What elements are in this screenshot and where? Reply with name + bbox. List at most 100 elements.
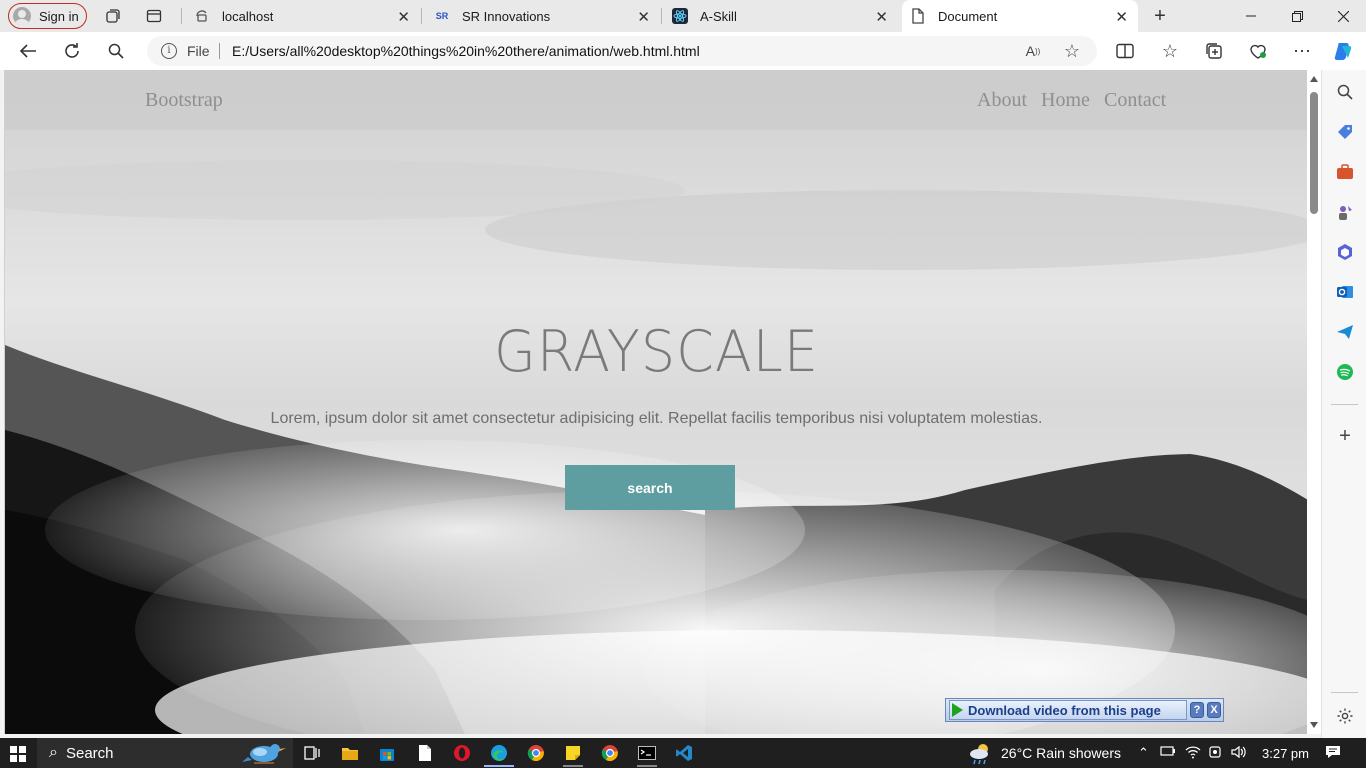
add-sidebar-app-icon[interactable]: + — [1335, 425, 1355, 447]
hero-subtitle: Lorem, ipsum dolor sit amet consectetur … — [270, 410, 1043, 427]
show-hidden-icons-chevron-icon[interactable]: ⌃ — [1138, 745, 1149, 761]
taskbar-search-box[interactable]: ⌕ Search — [37, 738, 293, 768]
tab-strip: Sign in localhost ✕ SR SR Innovations ✕ … — [0, 0, 1366, 32]
command-prompt-icon[interactable] — [637, 743, 657, 763]
windows-start-button[interactable] — [10, 746, 26, 762]
tab-title: A-Skill — [700, 8, 737, 24]
tools-briefcase-icon[interactable] — [1335, 162, 1355, 182]
weather-rain-icon[interactable] — [968, 741, 994, 768]
close-tab-icon[interactable]: ✕ — [1115, 8, 1128, 26]
help-button[interactable]: ? — [1190, 702, 1204, 718]
sidebar-separator — [1331, 692, 1358, 693]
nav-link-contact[interactable]: Contact — [1104, 89, 1166, 112]
page-viewport: Bootstrap About Home Contact GRAYSCALE L… — [4, 70, 1307, 734]
power-plug-icon[interactable] — [1208, 745, 1222, 762]
tab-separator — [421, 8, 422, 24]
scroll-thumb[interactable] — [1310, 92, 1318, 214]
workspaces-icon[interactable] — [103, 6, 123, 26]
edge-sidebar: + — [1321, 70, 1366, 738]
close-tab-icon[interactable]: ✕ — [397, 8, 410, 26]
close-tab-icon[interactable]: ✕ — [637, 8, 650, 26]
settings-more-icon[interactable]: ⋯ — [1291, 40, 1313, 62]
favorite-star-icon[interactable]: ☆ — [1062, 41, 1082, 61]
file-explorer-icon[interactable] — [340, 743, 360, 763]
mountain-background-image — [5, 70, 1307, 734]
nav-link-about[interactable]: About — [977, 89, 1027, 112]
open-app-indicator — [563, 765, 583, 767]
search-icon[interactable] — [1335, 82, 1355, 102]
notifications-icon[interactable] — [1325, 745, 1341, 762]
vertical-tabs-icon[interactable] — [144, 6, 164, 26]
vertical-scrollbar[interactable] — [1307, 70, 1321, 734]
video-download-extension-bar: Download video from this page ? X — [945, 698, 1224, 722]
chrome-profile-icon[interactable] — [600, 743, 620, 763]
info-icon[interactable]: i — [161, 43, 177, 59]
close-window-button[interactable] — [1320, 0, 1366, 32]
url-text[interactable]: E:/Users/all%20desktop%20things%20in%20t… — [232, 43, 700, 59]
bird-highlight-icon — [242, 744, 286, 764]
tab-title: localhost — [222, 8, 274, 24]
back-button[interactable] — [17, 40, 39, 62]
tab-separator — [181, 8, 182, 24]
restore-button[interactable] — [1274, 0, 1320, 32]
vscode-icon[interactable] — [674, 743, 694, 763]
address-separator — [219, 43, 220, 59]
download-video-button[interactable]: Download video from this page — [949, 700, 1187, 720]
download-video-label: Download video from this page — [968, 702, 1161, 718]
tab-localhost[interactable]: localhost ✕ — [186, 0, 420, 32]
weather-text[interactable]: 26°C Rain showers — [1001, 745, 1121, 761]
shopping-tag-icon[interactable] — [1335, 122, 1355, 142]
wifi-icon[interactable] — [1185, 745, 1201, 762]
tab-sr-innovations[interactable]: SR SR Innovations ✕ — [426, 0, 660, 32]
read-aloud-icon[interactable]: A)) — [1023, 42, 1043, 60]
opera-icon[interactable] — [452, 743, 472, 763]
favorites-icon[interactable]: ☆ — [1159, 40, 1181, 62]
collections-icon[interactable] — [1203, 40, 1225, 62]
tab-a-skill[interactable]: A-Skill ✕ — [666, 0, 898, 32]
profile-signin-button[interactable]: Sign in — [8, 3, 87, 29]
tab-title: SR Innovations — [462, 8, 551, 24]
microsoft-store-icon[interactable] — [377, 743, 397, 763]
search-icon[interactable] — [105, 40, 127, 62]
brand-link[interactable]: Bootstrap — [145, 89, 223, 112]
new-tab-button[interactable]: + — [1150, 5, 1170, 27]
copilot-icon[interactable] — [1332, 40, 1354, 62]
sticky-notes-icon[interactable] — [563, 743, 583, 763]
task-view-icon[interactable] — [302, 743, 322, 763]
minimize-button[interactable] — [1228, 0, 1274, 32]
address-bar[interactable]: i File E:/Users/all%20desktop%20things%2… — [147, 36, 1097, 66]
active-app-indicator — [484, 765, 514, 767]
close-extension-button[interactable]: X — [1207, 702, 1221, 718]
spotify-icon[interactable] — [1335, 362, 1355, 382]
hero-title: GRAYSCALE — [493, 318, 820, 385]
close-tab-icon[interactable]: ✕ — [875, 8, 888, 26]
page-icon — [194, 8, 210, 24]
tab-document[interactable]: Document ✕ — [902, 0, 1138, 32]
clock-time[interactable]: 3:27 pm — [1262, 746, 1309, 761]
nav-link-home[interactable]: Home — [1041, 89, 1090, 112]
microsoft-365-icon[interactable] — [1335, 242, 1355, 262]
send-drop-icon[interactable] — [1335, 322, 1355, 342]
games-icon[interactable] — [1335, 202, 1355, 222]
scroll-up-arrow[interactable] — [1310, 76, 1318, 82]
tab-title: Document — [938, 8, 998, 24]
notepad-icon[interactable] — [415, 743, 435, 763]
sidebar-settings-gear-icon[interactable] — [1335, 706, 1355, 726]
refresh-button[interactable] — [61, 40, 83, 62]
toolbar: i File E:/Users/all%20desktop%20things%2… — [0, 32, 1366, 70]
battery-plug-icon[interactable] — [1160, 745, 1176, 760]
signin-label: Sign in — [39, 8, 79, 24]
windows-taskbar: ⌕ Search 26°C Rain showers ⌃ 3:27 pm — [0, 738, 1366, 768]
chrome-icon[interactable] — [526, 743, 546, 763]
scroll-down-arrow[interactable] — [1310, 722, 1318, 728]
split-screen-icon[interactable] — [1114, 40, 1136, 62]
browser-essentials-icon[interactable] — [1247, 40, 1269, 62]
search-icon: ⌕ — [49, 744, 58, 761]
open-app-indicator — [637, 765, 657, 767]
volume-icon[interactable] — [1231, 745, 1247, 762]
tab-separator — [661, 8, 662, 24]
edge-icon[interactable] — [489, 743, 509, 763]
sidebar-separator — [1331, 404, 1358, 405]
search-button[interactable]: search — [565, 465, 735, 510]
outlook-icon[interactable] — [1335, 282, 1355, 302]
